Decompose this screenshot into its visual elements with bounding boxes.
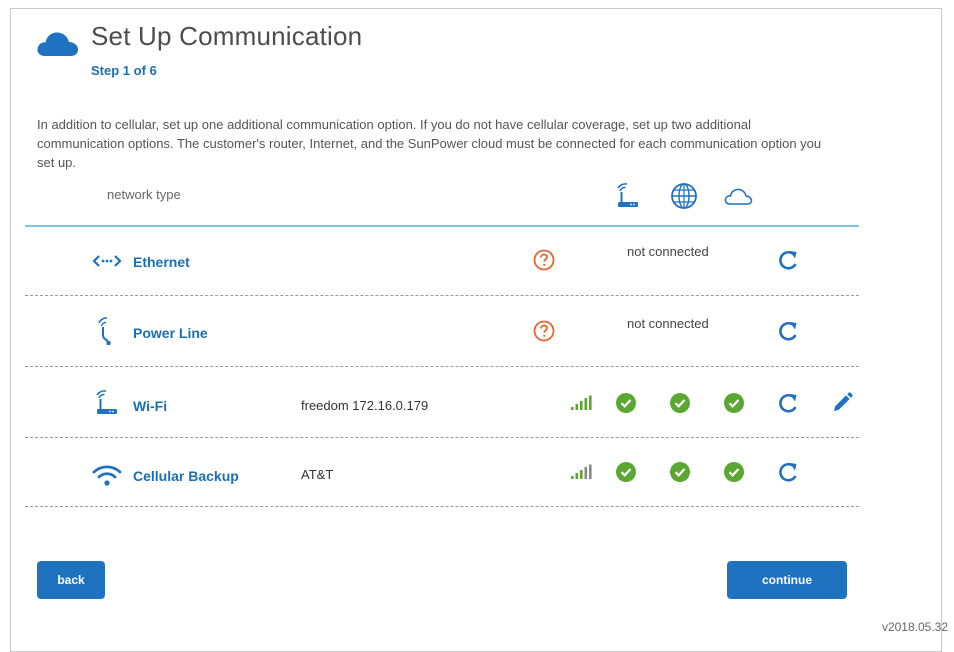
network-type-header: network type <box>107 187 181 202</box>
check-circle-icon <box>667 390 693 416</box>
check-circle-icon <box>721 459 747 485</box>
wifi-icon <box>91 459 123 491</box>
check-circle-icon <box>613 390 639 416</box>
row-label-cellular-backup: Cellular Backup <box>133 468 239 484</box>
row-divider <box>25 366 859 367</box>
step-indicator: Step 1 of 6 <box>91 63 157 78</box>
back-button[interactable]: back <box>37 561 105 599</box>
header-divider <box>25 225 859 227</box>
check-circle-icon <box>667 459 693 485</box>
wifi-router-icon <box>91 387 123 419</box>
pencil-icon[interactable] <box>829 390 855 416</box>
row-divider <box>25 295 859 296</box>
row-label-wifi: Wi-Fi <box>133 398 168 414</box>
refresh-icon[interactable] <box>775 390 801 416</box>
refresh-icon[interactable] <box>775 318 801 344</box>
row-detail-cellular-backup: AT&T <box>301 467 334 482</box>
refresh-icon[interactable] <box>775 459 801 485</box>
row-divider <box>25 437 859 438</box>
status-text-ethernet: not connected <box>627 244 709 259</box>
question-circle-icon[interactable] <box>531 247 557 273</box>
power-line-icon <box>91 315 123 347</box>
version-label: v2018.05.32 <box>881 620 948 634</box>
row-label-ethernet: Ethernet <box>133 254 190 270</box>
row-detail-wifi: freedom 172.16.0.179 <box>301 398 429 413</box>
refresh-icon[interactable] <box>775 247 801 273</box>
signal-bars-icon <box>569 459 595 485</box>
check-circle-icon <box>613 459 639 485</box>
router-icon <box>611 181 645 211</box>
cloud-outline-icon <box>721 181 755 211</box>
status-text-power-line: not connected <box>627 316 709 331</box>
continue-button[interactable]: continue <box>727 561 847 599</box>
page-title: Set Up Communication <box>91 21 363 51</box>
check-circle-icon <box>721 390 747 416</box>
globe-icon <box>667 181 701 211</box>
row-label-power-line: Power Line <box>133 325 208 341</box>
ethernet-icon <box>91 245 123 277</box>
signal-bars-icon <box>569 390 595 416</box>
cloud-icon <box>37 32 78 56</box>
row-divider <box>25 506 859 507</box>
intro-text: In addition to cellular, set up one addi… <box>37 117 822 170</box>
question-circle-icon[interactable] <box>531 318 557 344</box>
app-window: Set Up Communication Step 1 of 6 In addi… <box>10 8 942 652</box>
